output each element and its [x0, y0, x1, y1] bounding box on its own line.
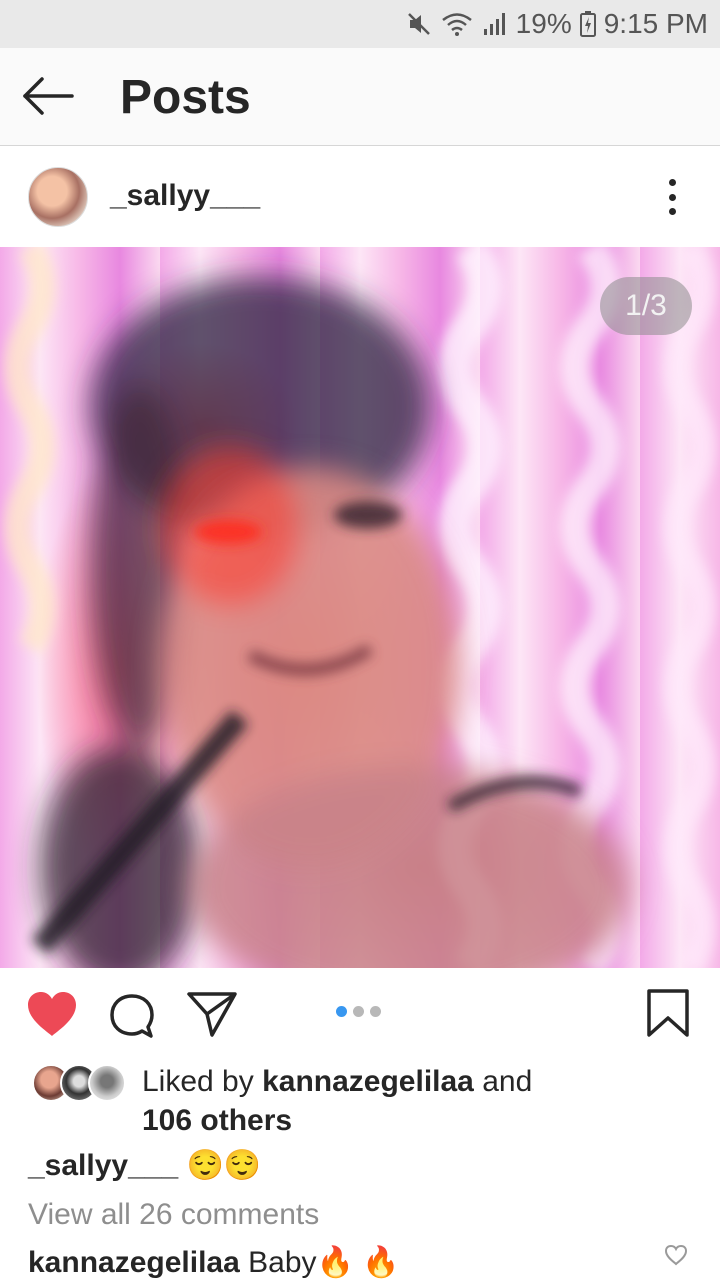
mute-icon — [407, 13, 430, 35]
battery-icon — [579, 11, 596, 37]
comment-item: kannazegelilaa Baby🔥 🔥 — [28, 1245, 400, 1280]
likes-section: Liked by kannazegelilaa and 106 others — [0, 1060, 720, 1150]
wifi-icon — [441, 13, 472, 36]
caption-text: 😌😌 — [186, 1149, 262, 1182]
share-icon — [187, 992, 237, 1037]
clock: 9:15 PM — [603, 8, 708, 39]
image-counter: 1/3 — [600, 277, 692, 335]
carousel-dot — [353, 1006, 364, 1017]
liker-avatars[interactable] — [32, 1064, 132, 1104]
comment-icon — [110, 994, 154, 1038]
like-button[interactable] — [26, 990, 78, 1038]
more-dot — [668, 179, 676, 186]
likes-others[interactable]: 106 others — [142, 1104, 292, 1137]
likes-text[interactable]: Liked by kannazegelilaa and 106 others — [142, 1062, 702, 1140]
post-username[interactable]: _sallyy___ — [110, 179, 260, 213]
arrow-left-icon — [23, 77, 74, 115]
page-title: Posts — [120, 71, 251, 124]
carousel-indicator — [336, 1006, 381, 1017]
carousel-dot — [336, 1006, 347, 1017]
caption: _sallyy___ 😌😌 — [28, 1148, 261, 1183]
caption-username[interactable]: _sallyy___ — [28, 1149, 178, 1182]
signal-icon — [483, 13, 505, 35]
back-button[interactable] — [22, 76, 76, 116]
likes-prefix: Liked by — [142, 1065, 254, 1098]
comment-text: Baby🔥 🔥 — [248, 1246, 400, 1279]
comment-button[interactable] — [108, 992, 156, 1040]
avatar[interactable] — [28, 167, 88, 227]
status-bar: 19% 9:15 PM — [0, 0, 720, 48]
carousel-dot — [370, 1006, 381, 1017]
more-dot — [668, 193, 676, 201]
comment-username[interactable]: kannazegelilaa — [28, 1246, 240, 1279]
heart-outline-icon — [664, 1244, 688, 1266]
share-button[interactable] — [186, 990, 238, 1038]
likes-user[interactable]: kannazegelilaa — [262, 1065, 474, 1098]
heart-icon — [28, 992, 76, 1036]
save-button[interactable] — [646, 988, 690, 1038]
likes-and: and — [482, 1065, 533, 1098]
more-dot — [668, 208, 676, 215]
app-header: Posts — [0, 48, 720, 146]
bookmark-icon — [647, 989, 689, 1037]
battery-percent: 19% — [515, 8, 572, 39]
comment-like-button[interactable] — [664, 1244, 688, 1266]
liker-avatar — [88, 1064, 126, 1102]
action-bar — [0, 968, 720, 1060]
photo-artwork — [4, 247, 716, 968]
post-header: _sallyy___ — [0, 147, 720, 247]
more-options-button[interactable] — [655, 173, 689, 221]
view-all-comments-link[interactable]: View all 26 comments — [28, 1198, 319, 1232]
post-photo[interactable]: 1/3 — [0, 247, 720, 968]
